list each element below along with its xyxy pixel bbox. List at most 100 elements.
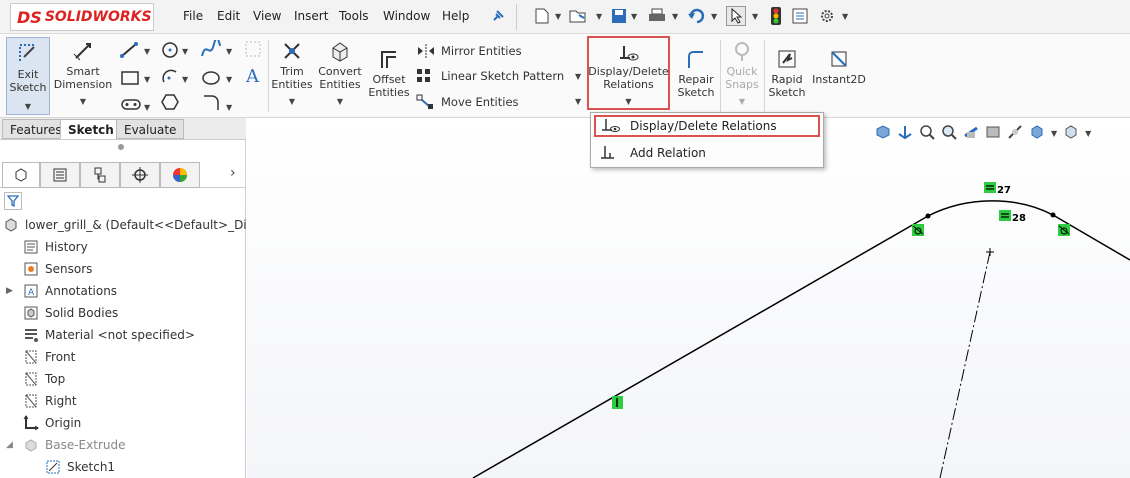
configuration-manager-tab-icon[interactable] [80, 162, 120, 188]
arc-icon[interactable] [162, 69, 177, 83]
divider [764, 40, 765, 112]
gear-icon[interactable] [817, 6, 837, 26]
file-properties-icon[interactable] [790, 6, 810, 26]
tree-item-annotations[interactable]: ▶ A Annotations [6, 280, 117, 302]
equal-relation-icon[interactable] [984, 182, 996, 193]
tab-evaluate[interactable]: Evaluate [116, 119, 185, 139]
expanded-arrow-icon[interactable]: ◢ [6, 440, 22, 450]
menu-tools[interactable]: Tools [339, 9, 369, 23]
print-icon[interactable] [647, 6, 667, 26]
rapid-sketch-button[interactable]: Rapid Sketch [766, 48, 808, 99]
tree-item-origin[interactable]: Origin [22, 412, 81, 434]
linear-sketch-pattern-button[interactable]: Linear Sketch Pattern [416, 67, 564, 85]
tree-item-base-extrude[interactable]: ◢ Base-Extrude [6, 434, 125, 456]
slot-icon[interactable] [121, 99, 141, 110]
chevron-down-icon[interactable]: ▼ [672, 12, 678, 21]
tree-root-part[interactable]: lower_grill_& (Default<<Default>_Display [2, 214, 278, 236]
chevron-down-icon[interactable]: ▼ [25, 100, 31, 113]
line-icon[interactable] [120, 42, 138, 58]
sketch-point[interactable] [925, 213, 931, 219]
panel-grip[interactable] [118, 144, 124, 150]
graphics-area[interactable]: ▼ ▼ 27 28 [247, 118, 1130, 478]
chevron-down-icon[interactable]: ▼ [337, 95, 343, 108]
chevron-down-icon[interactable]: ▼ [575, 72, 581, 81]
quick-snaps-button[interactable]: Quick Snaps ▼ [722, 40, 762, 108]
tree-item-top-plane[interactable]: Top [22, 368, 65, 390]
mirror-entities-button[interactable]: Mirror Entities [416, 42, 522, 60]
text-tool[interactable]: A [244, 40, 264, 103]
expand-arrow-icon[interactable]: ▶ [6, 286, 22, 296]
tab-sketch[interactable]: Sketch [60, 119, 122, 139]
pin-icon[interactable] [488, 6, 508, 26]
annotations-icon: A [22, 282, 40, 300]
menu-view[interactable]: View [253, 9, 281, 23]
display-manager-tab-icon[interactable] [160, 162, 200, 188]
centerline[interactable] [939, 251, 991, 478]
chevron-down-icon[interactable]: ▼ [739, 95, 745, 108]
tree-item-material[interactable]: Material <not specified> [22, 324, 195, 346]
dimxpert-tab-icon[interactable] [120, 162, 160, 188]
chevron-down-icon[interactable]: ▼ [752, 12, 758, 21]
select-cursor-icon[interactable] [726, 6, 746, 26]
chevron-down-icon[interactable]: ▼ [575, 97, 581, 106]
convert-entities-button[interactable]: Convert Entities ▼ [316, 40, 364, 108]
chevron-down-icon[interactable]: ▼ [842, 12, 848, 21]
chevron-down-icon[interactable]: ▼ [80, 95, 86, 108]
tree-item-label: Right [45, 394, 77, 408]
menu-insert[interactable]: Insert [294, 9, 328, 23]
linear-pattern-label: Linear Sketch Pattern [441, 69, 565, 83]
menu-file[interactable]: File [183, 9, 203, 23]
tree-item-label: Sketch1 [67, 460, 116, 474]
menu-item-add-relation[interactable]: Add Relation [594, 142, 820, 164]
property-manager-tab-icon[interactable] [40, 162, 80, 188]
rebuild-traffic-light-icon[interactable] [766, 6, 786, 26]
ellipse-icon[interactable] [202, 71, 220, 85]
sketch-point[interactable] [1050, 212, 1056, 218]
tree-item-sensors[interactable]: Sensors [22, 258, 92, 280]
new-document-icon[interactable] [532, 6, 552, 26]
equal-relation-icon[interactable] [999, 210, 1011, 221]
smart-dimension-button[interactable]: Smart Dimension ▼ [54, 40, 112, 108]
menu-help[interactable]: Help [442, 9, 469, 23]
plane-icon [22, 392, 40, 410]
menu-window[interactable]: Window [383, 9, 430, 23]
sketch-canvas[interactable]: 27 28 [247, 118, 1130, 478]
chevron-right-icon[interactable]: › [230, 165, 236, 181]
chevron-down-icon[interactable]: ▼ [289, 95, 295, 108]
save-icon[interactable] [609, 6, 629, 26]
exit-sketch-button[interactable]: Exit Sketch ▼ [6, 37, 50, 115]
menu-item-display-delete-relations[interactable]: Display/Delete Relations [594, 115, 820, 137]
repair-sketch-button[interactable]: Repair Sketch [676, 48, 716, 99]
rectangle-icon[interactable] [121, 71, 139, 85]
filter-icon[interactable] [4, 192, 22, 210]
undo-icon[interactable] [686, 6, 706, 26]
spline-icon[interactable] [201, 37, 221, 57]
move-entities-button[interactable]: Move Entities [416, 93, 519, 111]
chevron-down-icon[interactable]: ▼ [596, 12, 602, 21]
tree-item-solid-bodies[interactable]: Solid Bodies [22, 302, 118, 324]
open-folder-icon[interactable] [568, 6, 588, 26]
polygon-icon[interactable] [161, 94, 179, 110]
tree-item-label: Material <not specified> [45, 328, 195, 342]
part-name: lower_grill_& (Default<<Default>_Display [25, 218, 279, 232]
sketch-profile[interactable] [472, 200, 1130, 478]
tree-item-history[interactable]: History [22, 236, 88, 258]
feature-tree-tab-icon[interactable] [2, 162, 40, 188]
display-delete-relations-button[interactable]: Display/Delete Relations ▼ [587, 36, 670, 110]
trim-entities-icon [284, 43, 300, 59]
circle-icon[interactable] [162, 42, 178, 58]
fillet-icon[interactable] [204, 95, 219, 110]
trim-entities-button[interactable]: Trim Entities ▼ [270, 40, 314, 108]
offset-entities-button[interactable]: Offset Entities [368, 48, 410, 99]
chevron-down-icon[interactable]: ▼ [625, 95, 631, 108]
menu-edit[interactable]: Edit [217, 9, 240, 23]
tree-item-sketch1[interactable]: Sketch1 [44, 456, 115, 478]
chevron-down-icon[interactable]: ▼ [555, 12, 561, 21]
chevron-down-icon[interactable]: ▼ [711, 12, 717, 21]
smart-dimension-icon [73, 43, 91, 61]
chevron-down-icon[interactable]: ▼ [631, 12, 637, 21]
instant2d-button[interactable]: Instant2D [810, 48, 868, 86]
tree-item-front-plane[interactable]: Front [22, 346, 75, 368]
tree-item-right-plane[interactable]: Right [22, 390, 77, 412]
origin-icon [22, 414, 40, 432]
